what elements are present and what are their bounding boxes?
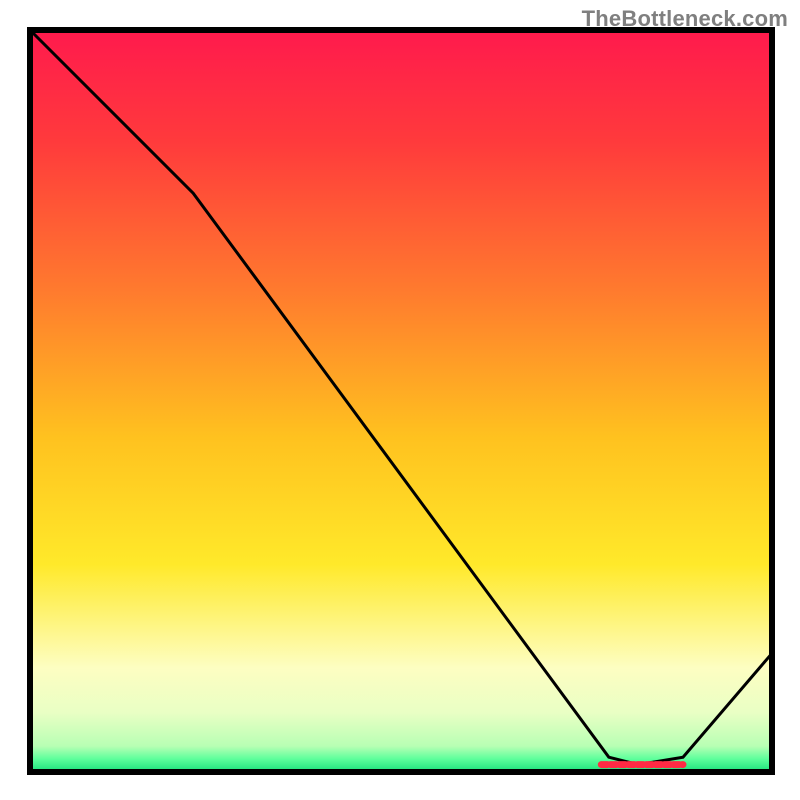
chart-svg [0,0,800,800]
chart-stage: TheBottleneck.com [0,0,800,800]
